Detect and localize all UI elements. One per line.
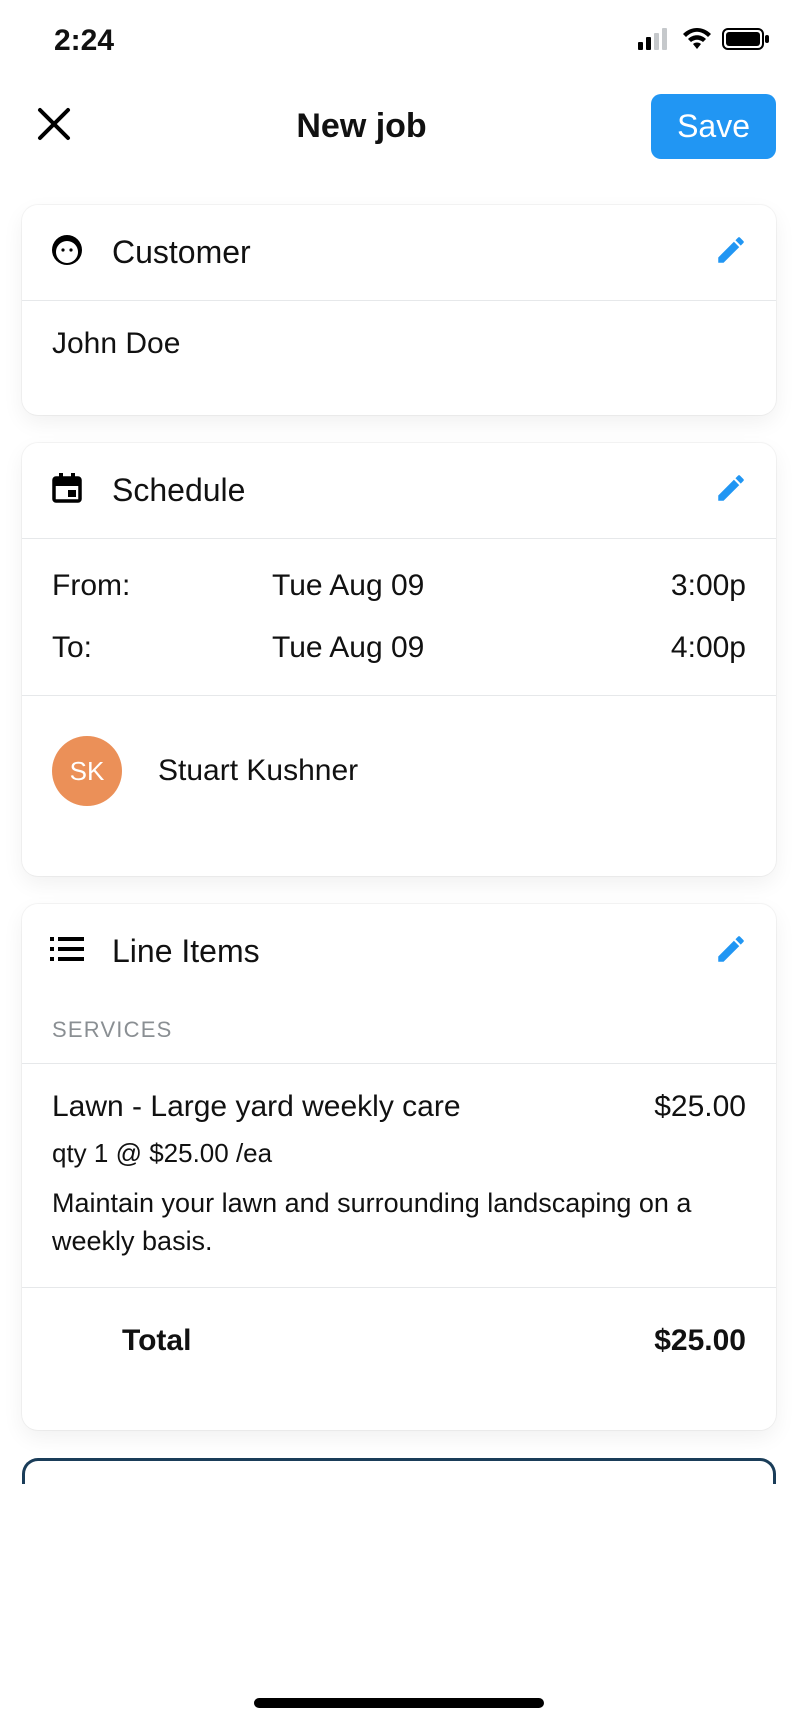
save-button[interactable]: Save	[651, 94, 776, 159]
schedule-to-row[interactable]: To: Tue Aug 09 4:00p	[22, 617, 776, 695]
schedule-rows: From: Tue Aug 09 3:00p To: Tue Aug 09 4:…	[22, 539, 776, 696]
line-items-edit-button[interactable]	[714, 932, 748, 971]
services-group-label: SERVICES	[22, 999, 776, 1064]
line-item-qty: qty 1 @ $25.00 /ea	[52, 1138, 746, 1169]
home-indicator	[254, 1698, 544, 1708]
customer-name: John Doe	[52, 327, 746, 361]
customer-section-title: Customer	[112, 234, 251, 271]
close-button[interactable]	[36, 106, 72, 147]
line-item-name: Lawn - Large yard weekly care	[52, 1090, 461, 1124]
close-icon	[36, 106, 72, 142]
schedule-edit-button[interactable]	[714, 471, 748, 510]
list-icon	[50, 935, 84, 968]
calendar-icon	[50, 471, 84, 510]
schedule-card: Schedule From: Tue Aug 09 3:00p To: Tue …	[22, 443, 776, 876]
to-time: 4:00p	[606, 631, 746, 665]
customer-card: Customer John Doe	[22, 205, 776, 415]
customer-card-header: Customer	[22, 205, 776, 301]
pencil-icon	[714, 932, 748, 966]
status-icons	[638, 24, 770, 58]
line-items-card: Line Items SERVICES Lawn - Large yard we…	[22, 904, 776, 1430]
schedule-section-title: Schedule	[112, 472, 245, 509]
line-items-section-title: Line Items	[112, 933, 260, 970]
person-icon	[50, 233, 84, 272]
to-date: Tue Aug 09	[212, 631, 606, 665]
battery-icon	[722, 24, 770, 58]
header: New job Save	[0, 70, 798, 189]
from-time: 3:00p	[606, 569, 746, 603]
assignee-name: Stuart Kushner	[158, 754, 358, 788]
pencil-icon	[714, 471, 748, 505]
status-time: 2:24	[54, 24, 114, 58]
schedule-from-row[interactable]: From: Tue Aug 09 3:00p	[22, 539, 776, 617]
next-card-teaser	[22, 1458, 776, 1484]
line-items-card-header: Line Items	[22, 904, 776, 999]
from-label: From:	[52, 569, 212, 603]
total-label: Total	[122, 1324, 191, 1358]
line-item-row[interactable]: Lawn - Large yard weekly care $25.00 qty…	[22, 1064, 776, 1288]
schedule-card-header: Schedule	[22, 443, 776, 539]
to-label: To:	[52, 631, 212, 665]
status-bar: 2:24	[0, 0, 798, 70]
assignee-row[interactable]: SK Stuart Kushner	[22, 696, 776, 876]
total-row: Total $25.00	[22, 1288, 776, 1430]
wifi-icon	[682, 24, 712, 58]
cellular-icon	[638, 24, 672, 58]
line-item-description: Maintain your lawn and surrounding lands…	[52, 1185, 746, 1261]
customer-edit-button[interactable]	[714, 233, 748, 272]
pencil-icon	[714, 233, 748, 267]
from-date: Tue Aug 09	[212, 569, 606, 603]
total-value: $25.00	[654, 1324, 746, 1358]
avatar: SK	[52, 736, 122, 806]
page-title: New job	[296, 107, 426, 146]
line-item-price: $25.00	[654, 1090, 746, 1124]
